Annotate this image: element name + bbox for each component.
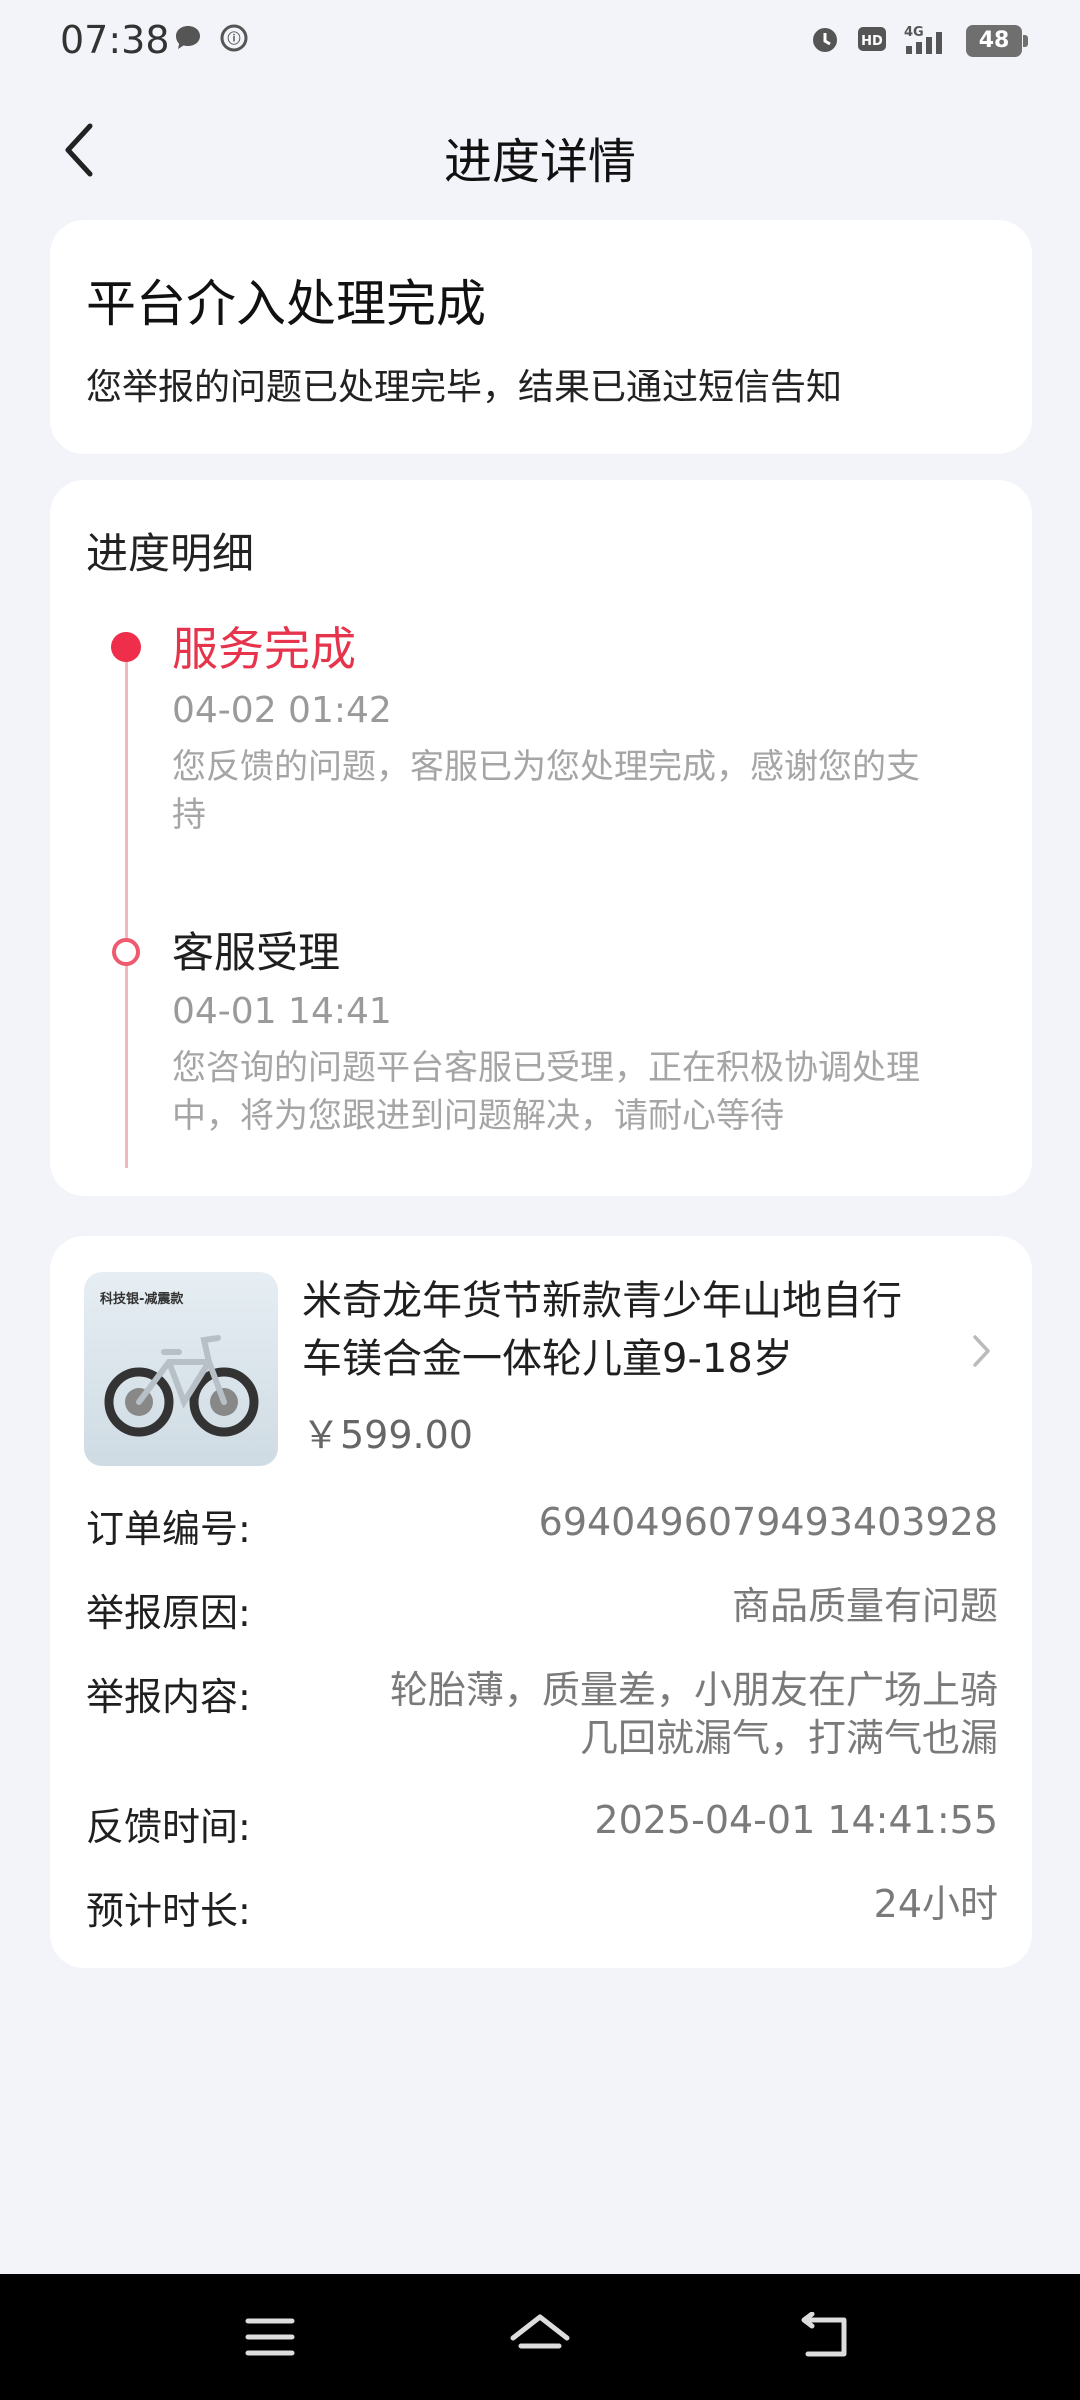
page-title: 进度详情 xyxy=(443,134,636,190)
report-reason-value: 商品质量有问题 xyxy=(731,1584,998,1628)
bicycle-icon xyxy=(104,1335,259,1437)
signal-icon: 4G xyxy=(902,22,952,60)
timeline-item-description-line: 中，将为您跟进到问题解决，请耐心等待 xyxy=(172,1095,784,1136)
timeline-item-accepted: 客服受理 04-01 14:41 您咨询的问题平台客服已受理，正在积极协调处理 … xyxy=(172,926,1002,1140)
home-icon xyxy=(510,2314,570,2349)
order-number-label: 订单编号: xyxy=(86,1507,251,1551)
report-content-line: 几回就漏气，打满气也漏 xyxy=(579,1716,998,1760)
status-bar: 07:38 ⓘ HD 4G 48 xyxy=(0,0,1080,82)
timeline-item-description-line: 您反馈的问题，客服已为您处理完成，感谢您的支 xyxy=(172,746,920,787)
order-card: 科技银-减震款 米奇龙年货节新款青少年山地自行 车镁合金一体轮儿童9-18岁 ￥… xyxy=(50,1236,1032,1968)
timeline-item-description-line: 持 xyxy=(172,794,206,835)
estimated-duration-label: 预计时长: xyxy=(86,1889,251,1933)
menu-button[interactable] xyxy=(235,2304,305,2370)
status-right-icons: HD 4G 48 xyxy=(808,22,1028,60)
progress-card: 进度明细 服务完成 04-02 01:42 您反馈的问题，客服已为您处理完成，感… xyxy=(50,480,1032,1196)
timeline-item-description: 您反馈的问题，客服已为您处理完成，感谢您的支 持 xyxy=(172,743,1002,839)
svg-text:HD: HD xyxy=(861,34,883,49)
timeline-item-time: 04-01 14:41 xyxy=(172,990,392,1032)
product-detail-button[interactable] xyxy=(962,1326,1002,1376)
product-price: ￥599.00 xyxy=(302,1413,473,1457)
top-bar: 进度详情 xyxy=(0,100,1080,200)
timeline-item-description: 您咨询的问题平台客服已受理，正在积极协调处理 中，将为您跟进到问题解决，请耐心等… xyxy=(172,1044,1002,1140)
svg-text:4G: 4G xyxy=(904,25,924,40)
progress-detail-page: 07:38 ⓘ HD 4G 48 进度详情 平台介入处理完成 您举报的问题已处理… xyxy=(0,0,1080,2400)
report-content-line: 轮胎薄，质量差，小朋友在广场上骑 xyxy=(389,1668,998,1712)
menu-icon xyxy=(245,2318,295,2356)
report-content-value: 轮胎薄，质量差，小朋友在广场上骑 几回就漏气，打满气也漏 xyxy=(308,1666,998,1762)
home-button[interactable] xyxy=(505,2304,575,2370)
report-content-label: 举报内容: xyxy=(86,1675,251,1719)
result-title: 平台介入处理完成 xyxy=(86,275,486,333)
system-navigation-bar xyxy=(0,2274,1080,2400)
result-card: 平台介入处理完成 您举报的问题已处理完毕，结果已通过短信告知 xyxy=(50,220,1032,454)
report-reason-label: 举报原因: xyxy=(86,1591,251,1635)
chevron-right-icon xyxy=(973,1335,990,1367)
product-name[interactable]: 米奇龙年货节新款青少年山地自行 车镁合金一体轮儿童9-18岁 xyxy=(302,1272,942,1388)
battery-icon: 48 xyxy=(966,25,1028,57)
timeline-item-title: 服务完成 xyxy=(172,622,356,676)
status-time: 07:38 xyxy=(60,18,170,62)
timeline-item-description-line: 您咨询的问题平台客服已受理，正在积极协调处理 xyxy=(172,1047,920,1088)
hd-icon: HD xyxy=(856,23,888,59)
estimated-duration-value: 24小时 xyxy=(873,1882,998,1926)
result-description: 您举报的问题已处理完毕，结果已通过短信告知 xyxy=(86,367,843,408)
product-name-line: 车镁合金一体轮儿童9-18岁 xyxy=(302,1336,793,1382)
timeline-item-service-complete: 服务完成 04-02 01:42 您反馈的问题，客服已为您处理完成，感谢您的支 … xyxy=(172,620,1002,839)
message-icon xyxy=(172,22,204,58)
product-image[interactable]: 科技银-减震款 xyxy=(84,1272,278,1466)
timeline-item-time: 04-02 01:42 xyxy=(172,689,392,731)
timeline-item-title: 客服受理 xyxy=(172,928,341,977)
back-nav-button[interactable] xyxy=(790,2304,860,2370)
product-name-line: 米奇龙年货节新款青少年山地自行 xyxy=(302,1278,902,1324)
alarm-icon xyxy=(808,22,842,60)
progress-section-title: 进度明细 xyxy=(86,529,255,578)
timeline-line xyxy=(125,648,128,1168)
timeline-dot xyxy=(112,938,140,966)
feedback-time-label: 反馈时间: xyxy=(86,1805,251,1849)
svg-text:ⓘ: ⓘ xyxy=(227,31,240,47)
status-left-icons: ⓘ xyxy=(172,22,250,58)
timeline-dot-active xyxy=(111,632,141,662)
app-notification-icon: ⓘ xyxy=(218,22,250,58)
return-icon xyxy=(801,2312,847,2357)
feedback-time-value: 2025-04-01 14:41:55 xyxy=(594,1798,998,1842)
order-number-value: 6940496079493403928 xyxy=(538,1500,998,1544)
